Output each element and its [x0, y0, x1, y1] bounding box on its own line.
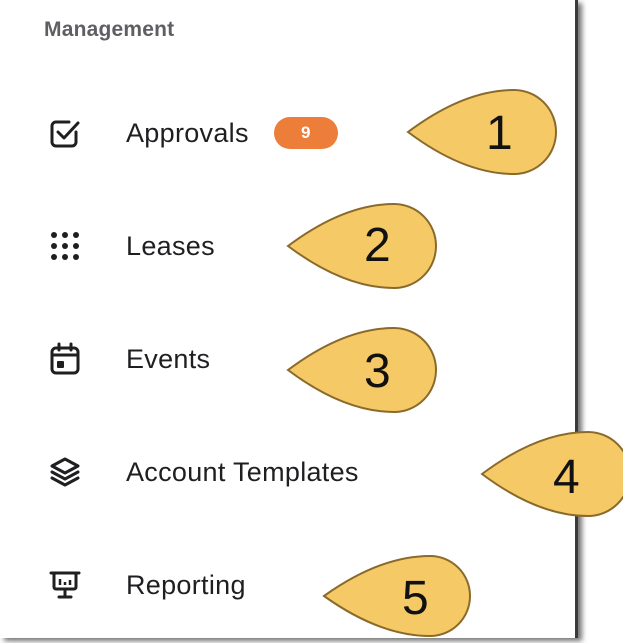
grid-dots-icon [48, 229, 82, 263]
callout-marker-5 [322, 554, 471, 638]
layers-icon [48, 455, 82, 489]
callout-number-2: 2 [364, 219, 391, 272]
sidebar-item-label: Approvals [126, 117, 249, 148]
sidebar-item-approvals[interactable]: Approvals 9 [48, 111, 338, 155]
presentation-chart-icon [48, 568, 82, 602]
callout-marker-1 [406, 88, 557, 176]
sidebar-item-label: Leases [126, 230, 215, 261]
sidebar-item-label: Reporting [126, 569, 246, 600]
approvals-count-badge: 9 [273, 117, 338, 149]
sidebar-item-label: Account Templates [126, 456, 359, 487]
sidebar-item-account-templates[interactable]: Account Templates [48, 450, 359, 494]
sidebar-item-reporting[interactable]: Reporting [48, 563, 246, 607]
calendar-icon [48, 342, 82, 376]
callout-number-1: 1 [486, 107, 513, 160]
callout-number-4: 4 [553, 451, 580, 504]
callout-number-3: 3 [364, 345, 391, 398]
checkbox-icon [48, 116, 82, 150]
callout-marker-4 [480, 430, 623, 518]
sidebar-item-label: Events [126, 343, 211, 374]
section-title: Management [44, 18, 175, 41]
sidebar-item-events[interactable]: Events [48, 337, 210, 381]
callout-number-5: 5 [402, 572, 429, 625]
screenshot-stage: Management Approvals 9 Leases Events Acc… [0, 0, 623, 643]
sidebar-item-leases[interactable]: Leases [48, 224, 215, 268]
